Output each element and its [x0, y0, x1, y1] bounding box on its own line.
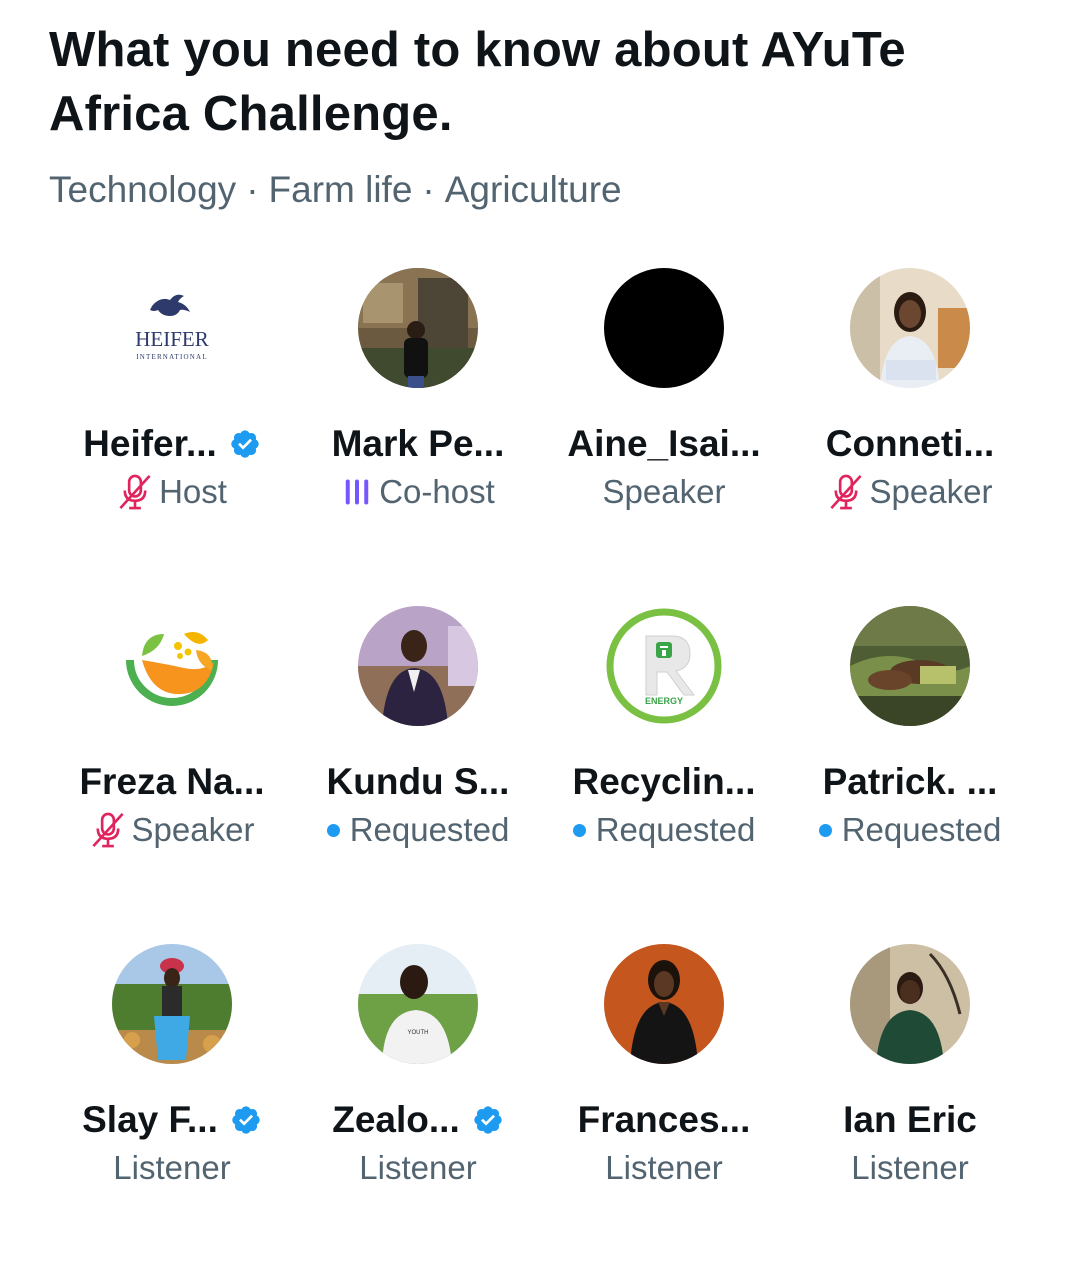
role-row: Listener	[605, 1148, 722, 1188]
participant-card[interactable]: Aine_Isai... Speaker	[541, 268, 787, 606]
space-title: What you need to know about AYuTe Africa…	[49, 23, 906, 141]
role-row: Co-host	[341, 472, 495, 512]
name-row: Zealo...	[332, 1098, 503, 1142]
participant-role: Requested	[595, 811, 756, 848]
participant-role: Requested	[349, 811, 510, 848]
requested-dot-icon	[326, 823, 340, 837]
role-row: Listener	[113, 1148, 230, 1188]
participant-role: Listener	[359, 1149, 477, 1186]
participant-name: Ian Eric	[843, 1099, 977, 1140]
participant-name: Frances...	[577, 1099, 751, 1140]
role-row: Host	[117, 472, 227, 512]
avatar-photo[interactable]	[850, 606, 970, 726]
participant-card[interactable]: Conneti... Speaker	[787, 268, 1033, 606]
role-row: Listener	[851, 1148, 968, 1188]
participant-card[interactable]: Ian Eric Listener	[787, 944, 1033, 1282]
role-row: Requested	[572, 810, 756, 850]
participant-card[interactable]: Kundu S... Requested	[295, 606, 541, 944]
participant-role: Speaker	[131, 811, 255, 848]
role-row: Requested	[818, 810, 1002, 850]
role-row: Requested	[326, 810, 510, 850]
participant-name: Freza Na...	[79, 761, 265, 802]
participant-role: Listener	[113, 1149, 231, 1186]
svg-text:ENERGY: ENERGY	[645, 696, 683, 706]
name-row: Aine_Isai...	[567, 422, 760, 466]
avatar-black[interactable]	[604, 268, 724, 388]
participant-card[interactable]: Freza Na... Speaker	[49, 606, 295, 944]
participant-card[interactable]: YOUTH Zealo... Listener	[295, 944, 541, 1282]
avatar-fruit-logo[interactable]	[112, 606, 232, 726]
avatar-photo[interactable]	[604, 944, 724, 1064]
role-row: Speaker	[603, 472, 726, 512]
name-row: Recyclin...	[572, 760, 755, 804]
participant-card[interactable]: Slay F... Listener	[49, 944, 295, 1282]
topic-label[interactable]: Farm life	[269, 169, 413, 210]
topic-separator: ·	[422, 169, 435, 210]
mic-off-icon	[117, 473, 153, 511]
verified-badge-icon	[229, 428, 261, 460]
participant-card[interactable]: Patrick. ... Requested	[787, 606, 1033, 944]
role-row: Speaker	[90, 810, 255, 850]
topic-separator: ·	[246, 169, 259, 210]
svg-text:INTERNATIONAL: INTERNATIONAL	[136, 353, 208, 361]
participant-role: Requested	[841, 811, 1002, 848]
participant-name: Mark Pe...	[331, 423, 505, 464]
topic-label[interactable]: Agriculture	[445, 169, 622, 210]
role-row: Speaker	[828, 472, 993, 512]
participant-name: Heifer...	[83, 423, 217, 464]
mic-off-icon	[828, 473, 864, 511]
participant-role: Speaker	[602, 473, 726, 510]
participant-name: Zealo...	[332, 1099, 460, 1140]
speaking-bars-icon	[341, 477, 373, 507]
participant-name: Patrick. ...	[822, 761, 998, 802]
name-row: Slay F...	[82, 1098, 262, 1142]
participant-card[interactable]: Mark Pe... Co-host	[295, 268, 541, 606]
avatar-photo[interactable]	[358, 268, 478, 388]
participant-name: Aine_Isai...	[567, 423, 761, 464]
space-topics: Technology · Farm life · Agriculture	[49, 168, 1049, 212]
avatar-photo[interactable]	[850, 944, 970, 1064]
participant-name: Conneti...	[825, 423, 995, 464]
participant-role: Co-host	[379, 473, 495, 510]
svg-text:HEIFER: HEIFER	[135, 327, 209, 351]
verified-badge-icon	[472, 1104, 504, 1136]
name-row: Kundu S...	[327, 760, 510, 804]
requested-dot-icon	[572, 823, 586, 837]
name-row: Ian Eric	[843, 1098, 977, 1142]
requested-dot-icon	[818, 823, 832, 837]
participant-card[interactable]: Frances... Listener	[541, 944, 787, 1282]
participants-grid: HEIFER INTERNATIONAL Heifer... Host Mark…	[49, 268, 1033, 1282]
space-header: What you need to know about AYuTe Africa…	[49, 18, 1049, 212]
name-row: Freza Na...	[79, 760, 264, 804]
verified-badge-icon	[230, 1104, 262, 1136]
name-row: Conneti...	[826, 422, 995, 466]
mic-off-icon	[90, 811, 126, 849]
role-row: Listener	[359, 1148, 476, 1188]
name-row: Frances...	[578, 1098, 751, 1142]
participant-role: Listener	[605, 1149, 723, 1186]
avatar-photo[interactable]	[850, 268, 970, 388]
avatar-photo[interactable]: YOUTH	[358, 944, 478, 1064]
name-row: Heifer...	[83, 422, 261, 466]
participant-card[interactable]: HEIFER INTERNATIONAL Heifer... Host	[49, 268, 295, 606]
participant-card[interactable]: ENERGY Recyclin... Requested	[541, 606, 787, 944]
avatar-photo[interactable]	[112, 944, 232, 1064]
participant-role: Host	[159, 473, 227, 510]
avatar-r-energy-logo[interactable]: ENERGY	[604, 606, 724, 726]
participant-name: Recyclin...	[572, 761, 756, 802]
participant-name: Slay F...	[82, 1099, 218, 1140]
name-row: Patrick. ...	[823, 760, 998, 804]
name-row: Mark Pe...	[332, 422, 505, 466]
avatar-photo[interactable]	[358, 606, 478, 726]
participant-role: Listener	[851, 1149, 969, 1186]
topic-label[interactable]: Technology	[49, 169, 236, 210]
avatar-heifer-logo[interactable]: HEIFER INTERNATIONAL	[112, 268, 232, 388]
svg-text:YOUTH: YOUTH	[408, 1030, 429, 1036]
participant-role: Speaker	[869, 473, 993, 510]
participant-name: Kundu S...	[326, 761, 510, 802]
